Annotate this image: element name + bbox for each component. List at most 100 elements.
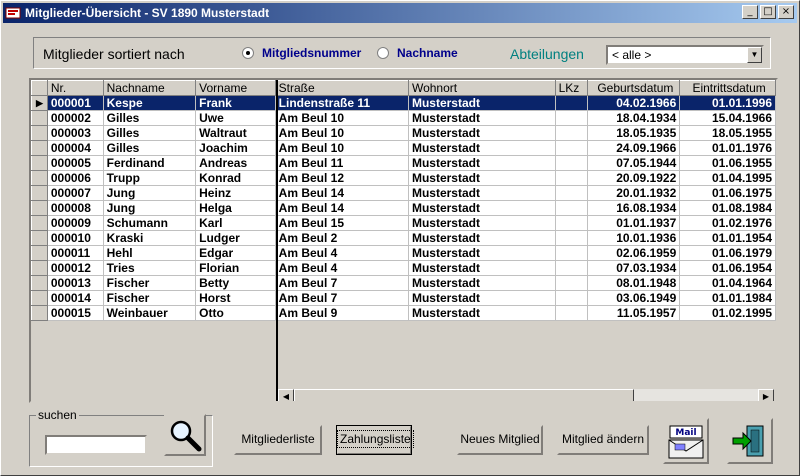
col-nr[interactable]: 000012 (47, 260, 104, 276)
col-wohnort[interactable]: Musterstadt (408, 305, 556, 321)
col-wohnort[interactable]: Musterstadt (408, 185, 556, 201)
col-geburtsdatum[interactable]: 07.03.1934 (587, 260, 681, 276)
row-indicator[interactable] (31, 110, 48, 126)
col-geburtsdatum[interactable]: 08.01.1948 (587, 275, 681, 291)
col-vorname[interactable]: Konrad (195, 170, 276, 186)
col-nr[interactable]: 000011 (47, 245, 104, 261)
row-indicator[interactable] (31, 125, 48, 141)
col-wohnort[interactable]: Musterstadt (408, 170, 556, 186)
close-button[interactable]: × (778, 5, 794, 19)
col-lkz[interactable] (555, 290, 589, 306)
col-wohnort[interactable]: Musterstadt (408, 245, 556, 261)
col-nr[interactable]: 000015 (47, 305, 104, 321)
sort-radio-mitgliedsnummer[interactable]: Mitgliedsnummer (242, 46, 361, 60)
col-wohnort[interactable]: Musterstadt (408, 215, 556, 231)
col-nachname[interactable]: Schumann (103, 215, 197, 231)
table-row[interactable]: ▶ 000001 Kespe Frank Lindenstraße 11 Musterst… (31, 95, 776, 111)
col-strasse[interactable]: Am Beul 14 (275, 200, 409, 216)
table-row[interactable]: 000006 Trupp Konrad Am Beul 12 Musterstadt 20… (31, 170, 776, 186)
col-wohnort[interactable]: Musterstadt (408, 275, 556, 291)
col-vorname[interactable]: Karl (195, 215, 276, 231)
col-vorname[interactable]: Uwe (195, 110, 276, 126)
col-geburtsdatum[interactable]: 18.04.1934 (587, 110, 681, 126)
col-geburtsdatum[interactable]: 03.06.1949 (587, 290, 681, 306)
row-indicator[interactable] (31, 260, 48, 276)
col-strasse[interactable]: Am Beul 15 (275, 215, 409, 231)
col-strasse[interactable]: Am Beul 10 (275, 125, 409, 141)
col-strasse[interactable]: Am Beul 14 (275, 185, 409, 201)
col-lkz[interactable] (555, 215, 589, 231)
col-strasse[interactable]: Am Beul 4 (275, 245, 409, 261)
col-nachname[interactable]: Tries (103, 260, 197, 276)
row-indicator[interactable] (31, 185, 48, 201)
col-nachname[interactable]: Gilles (103, 110, 197, 126)
col-vorname[interactable]: Betty (195, 275, 276, 291)
mitgliederliste-button[interactable]: Mitgliederliste (234, 425, 322, 455)
col-lkz[interactable] (555, 200, 589, 216)
col-geburtsdatum[interactable]: 11.05.1957 (587, 305, 681, 321)
col-wohnort[interactable]: Musterstadt (408, 155, 556, 171)
col-eintrittsdatum[interactable]: 01.06.1979 (679, 245, 776, 261)
col-strasse[interactable]: Am Beul 4 (275, 260, 409, 276)
row-indicator[interactable] (31, 245, 48, 261)
col-geburtsdatum[interactable]: 24.09.1966 (587, 140, 681, 156)
col-lkz[interactable] (555, 95, 589, 111)
column-header[interactable]: LKz (554, 80, 589, 96)
scroll-thumb[interactable] (294, 389, 634, 401)
column-header[interactable]: Nr. (46, 80, 104, 96)
row-indicator[interactable] (31, 170, 48, 186)
col-vorname[interactable]: Horst (195, 290, 276, 306)
col-vorname[interactable]: Joachim (195, 140, 276, 156)
col-lkz[interactable] (555, 230, 589, 246)
table-row[interactable]: 000015 Weinbauer Otto Am Beul 9 Musterstadt 1… (31, 305, 776, 321)
col-vorname[interactable]: Otto (195, 305, 276, 321)
col-nachname[interactable]: Trupp (103, 170, 197, 186)
col-nachname[interactable]: Ferdinand (103, 155, 197, 171)
row-indicator[interactable] (31, 200, 48, 216)
col-strasse[interactable]: Am Beul 9 (275, 305, 409, 321)
col-nr[interactable]: 000003 (47, 125, 104, 141)
col-nachname[interactable]: Weinbauer (103, 305, 197, 321)
col-eintrittsdatum[interactable]: 01.04.1995 (679, 170, 776, 186)
col-geburtsdatum[interactable]: 16.08.1934 (587, 200, 681, 216)
column-header[interactable]: Eintrittsdatum (679, 80, 776, 96)
table-row[interactable]: 000012 Tries Florian Am Beul 4 Musterstadt 07… (31, 260, 776, 276)
table-row[interactable]: 000005 Ferdinand Andreas Am Beul 11 Musterst… (31, 155, 776, 171)
col-wohnort[interactable]: Musterstadt (408, 230, 556, 246)
row-indicator[interactable] (31, 290, 48, 306)
table-row[interactable]: 000009 Schumann Karl Am Beul 15 Musterstadt 0… (31, 215, 776, 231)
col-strasse[interactable]: Am Beul 2 (275, 230, 409, 246)
col-strasse[interactable]: Am Beul 7 (275, 275, 409, 291)
col-strasse[interactable]: Am Beul 12 (275, 170, 409, 186)
abteilungen-dropdown[interactable]: < alle > ▼ (606, 45, 764, 65)
col-geburtsdatum[interactable]: 10.01.1936 (587, 230, 681, 246)
col-geburtsdatum[interactable]: 18.05.1935 (587, 125, 681, 141)
col-eintrittsdatum[interactable]: 15.04.1966 (679, 110, 776, 126)
col-strasse[interactable]: Am Beul 10 (275, 110, 409, 126)
chevron-down-icon[interactable]: ▼ (747, 47, 762, 63)
col-eintrittsdatum[interactable]: 01.04.1964 (679, 275, 776, 291)
col-geburtsdatum[interactable]: 01.01.1937 (587, 215, 681, 231)
column-header[interactable]: Nachname (102, 80, 197, 96)
col-vorname[interactable]: Frank (195, 95, 276, 111)
col-nr[interactable]: 000004 (47, 140, 104, 156)
col-wohnort[interactable]: Musterstadt (408, 200, 556, 216)
col-lkz[interactable] (555, 275, 589, 291)
col-eintrittsdatum[interactable]: 01.06.1975 (679, 185, 776, 201)
maximize-button[interactable]: □ (760, 5, 776, 19)
col-eintrittsdatum[interactable]: 01.01.1954 (679, 230, 776, 246)
col-vorname[interactable]: Florian (195, 260, 276, 276)
table-row[interactable]: 000004 Gilles Joachim Am Beul 10 Musterstadt… (31, 140, 776, 156)
row-indicator[interactable] (31, 140, 48, 156)
mitglied-aendern-button[interactable]: Mitglied ändern (557, 425, 649, 455)
col-nr[interactable]: 000008 (47, 200, 104, 216)
col-lkz[interactable] (555, 170, 589, 186)
col-eintrittsdatum[interactable]: 01.08.1984 (679, 200, 776, 216)
col-strasse[interactable]: Am Beul 7 (275, 290, 409, 306)
col-strasse[interactable]: Lindenstraße 11 (275, 95, 409, 111)
col-geburtsdatum[interactable]: 04.02.1966 (587, 95, 681, 111)
col-vorname[interactable]: Ludger (195, 230, 276, 246)
table-row[interactable]: 000008 Jung Helga Am Beul 14 Musterstadt 16.0… (31, 200, 776, 216)
col-wohnort[interactable]: Musterstadt (408, 95, 556, 111)
column-header[interactable]: Straße (274, 80, 409, 96)
